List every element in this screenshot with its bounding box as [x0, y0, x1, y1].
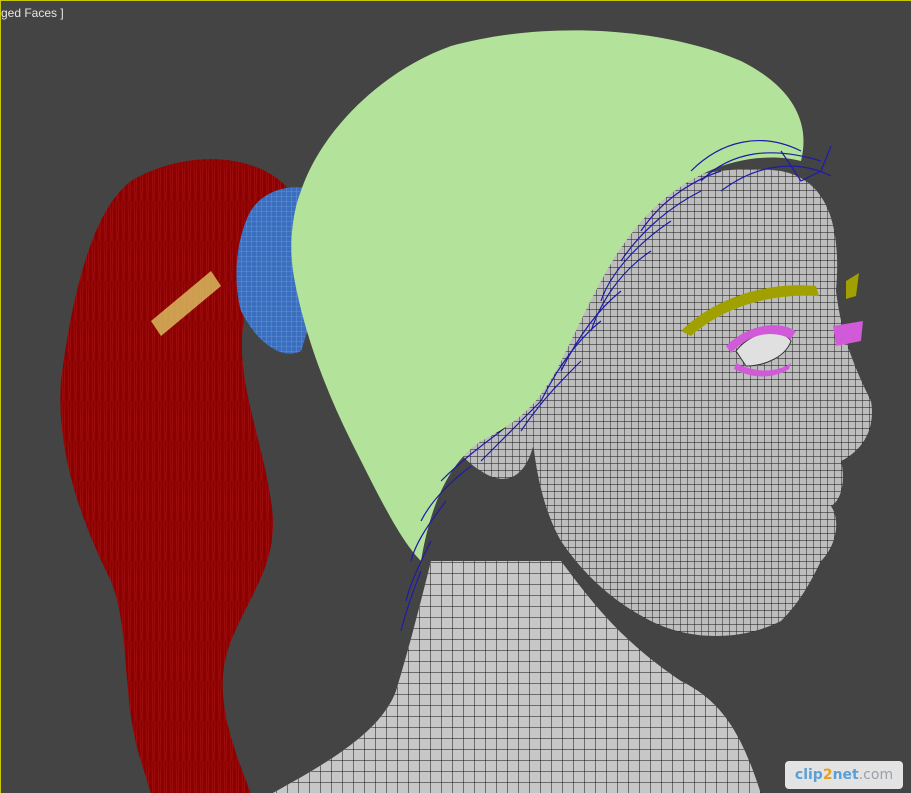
watermark-text-clip: clip — [794, 767, 823, 783]
clip2net-watermark: clip 2 net .com — [785, 761, 903, 789]
3d-viewport[interactable]: ged Faces ] clip 2 net .com — [0, 0, 911, 793]
eyebrow-far — [846, 273, 859, 299]
watermark-text-net: net — [832, 767, 859, 783]
watermark-text-2: 2 — [822, 767, 833, 783]
watermark-text-com: .com — [858, 767, 894, 783]
wireframe-head-render — [60, 30, 872, 793]
